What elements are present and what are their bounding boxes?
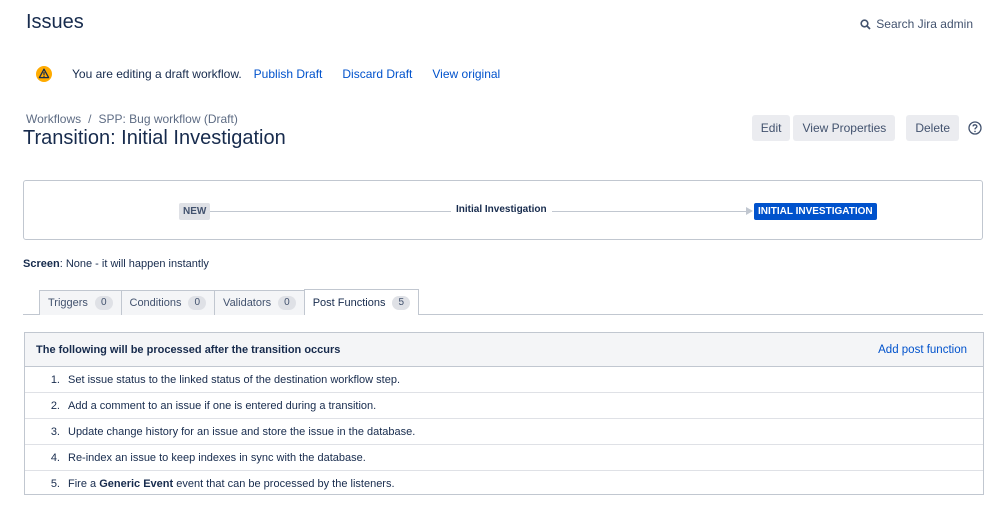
tab-post-functions[interactable]: Post Functions 5 — [303, 289, 420, 315]
breadcrumb: Workflows / SPP: Bug workflow (Draft) — [26, 112, 238, 126]
transition-label: Initial Investigation — [456, 204, 547, 215]
add-post-function-link[interactable]: Add post function — [878, 344, 967, 356]
publish-draft-link[interactable]: Publish Draft — [254, 67, 323, 81]
row-text-pre: Fire a — [68, 477, 100, 490]
row-text: Add a comment to an issue if one is ente… — [68, 399, 377, 412]
row-text: Set issue status to the linked status of… — [68, 373, 401, 386]
status-lozenge-from: NEW — [179, 203, 211, 220]
post-functions-heading: The following will be processed after th… — [36, 343, 341, 356]
delete-button[interactable]: Delete — [906, 115, 959, 141]
tab-count-badge: 0 — [278, 296, 296, 310]
post-function-row: 4. Re-index an issue to keep indexes in … — [25, 445, 983, 471]
tab-validators[interactable]: Validators 0 — [214, 290, 305, 315]
search-icon — [860, 18, 871, 30]
row-number: 5. — [50, 477, 60, 490]
row-text-post: event that can be processed by the liste… — [173, 477, 395, 490]
draft-workflow-notice: You are editing a draft workflow. Publis… — [36, 63, 500, 85]
diagram-line — [552, 211, 748, 212]
row-text: Re-index an issue to keep indexes in syn… — [68, 451, 366, 464]
event-name: Generic Event — [99, 477, 174, 490]
tab-triggers[interactable]: Triggers 0 — [39, 290, 122, 315]
row-number: 1. — [50, 373, 60, 386]
breadcrumb-separator: / — [88, 112, 92, 126]
screen-label: Screen — [23, 258, 60, 270]
post-function-row: 5. Fire a Generic Event event that can b… — [25, 471, 983, 496]
page-header-title: Issues — [26, 11, 84, 33]
tab-count-badge: 0 — [188, 296, 207, 310]
tab-label: Conditions — [129, 297, 182, 309]
post-function-row: 2. Add a comment to an issue if one is e… — [25, 393, 983, 419]
help-icon[interactable] — [968, 121, 982, 135]
tab-count-badge: 0 — [94, 296, 113, 310]
post-function-row: 3. Update change history for an issue an… — [25, 419, 983, 445]
warning-icon — [36, 66, 52, 82]
view-original-link[interactable]: View original — [432, 67, 500, 81]
search-label: Search Jira admin — [876, 17, 973, 31]
tab-count-badge: 5 — [392, 295, 411, 310]
draft-message: You are editing a draft workflow. — [72, 67, 242, 81]
edit-button[interactable]: Edit — [751, 115, 791, 141]
page-title: Transition: Initial Investigation — [23, 127, 286, 149]
status-lozenge-to: INITIAL INVESTIGATION — [754, 203, 877, 220]
row-text: Fire a Generic Event event that can be p… — [68, 478, 395, 490]
row-number: 4. — [50, 451, 60, 464]
diagram-arrowhead — [746, 207, 753, 215]
tab-label: Post Functions — [312, 296, 386, 309]
screen-info: Screen: None - it will happen instantly — [23, 258, 209, 270]
breadcrumb-workflow-name[interactable]: SPP: Bug workflow (Draft) — [98, 112, 237, 126]
diagram-line — [209, 211, 451, 212]
search-jira-admin[interactable]: Search Jira admin — [860, 17, 973, 31]
view-properties-button[interactable]: View Properties — [793, 115, 896, 141]
post-functions-panel: The following will be processed after th… — [24, 332, 984, 495]
row-number: 2. — [50, 399, 60, 412]
tab-label: Triggers — [48, 297, 88, 309]
row-text: Update change history for an issue and s… — [68, 425, 416, 438]
transition-diagram: NEW Initial Investigation INITIAL INVEST… — [23, 180, 983, 240]
transition-tabs: Triggers 0 Conditions 0 Validators 0 Pos… — [39, 289, 420, 315]
transition-actions: Edit View Properties Delete — [751, 115, 982, 141]
row-number: 3. — [50, 425, 60, 438]
tab-label: Validators — [223, 297, 272, 309]
discard-draft-link[interactable]: Discard Draft — [342, 67, 412, 81]
tab-conditions[interactable]: Conditions 0 — [120, 290, 216, 315]
breadcrumb-workflows[interactable]: Workflows — [26, 112, 81, 126]
screen-value: : None - it will happen instantly — [59, 258, 209, 270]
post-functions-header: The following will be processed after th… — [25, 333, 983, 367]
post-function-row: 1. Set issue status to the linked status… — [25, 367, 983, 393]
